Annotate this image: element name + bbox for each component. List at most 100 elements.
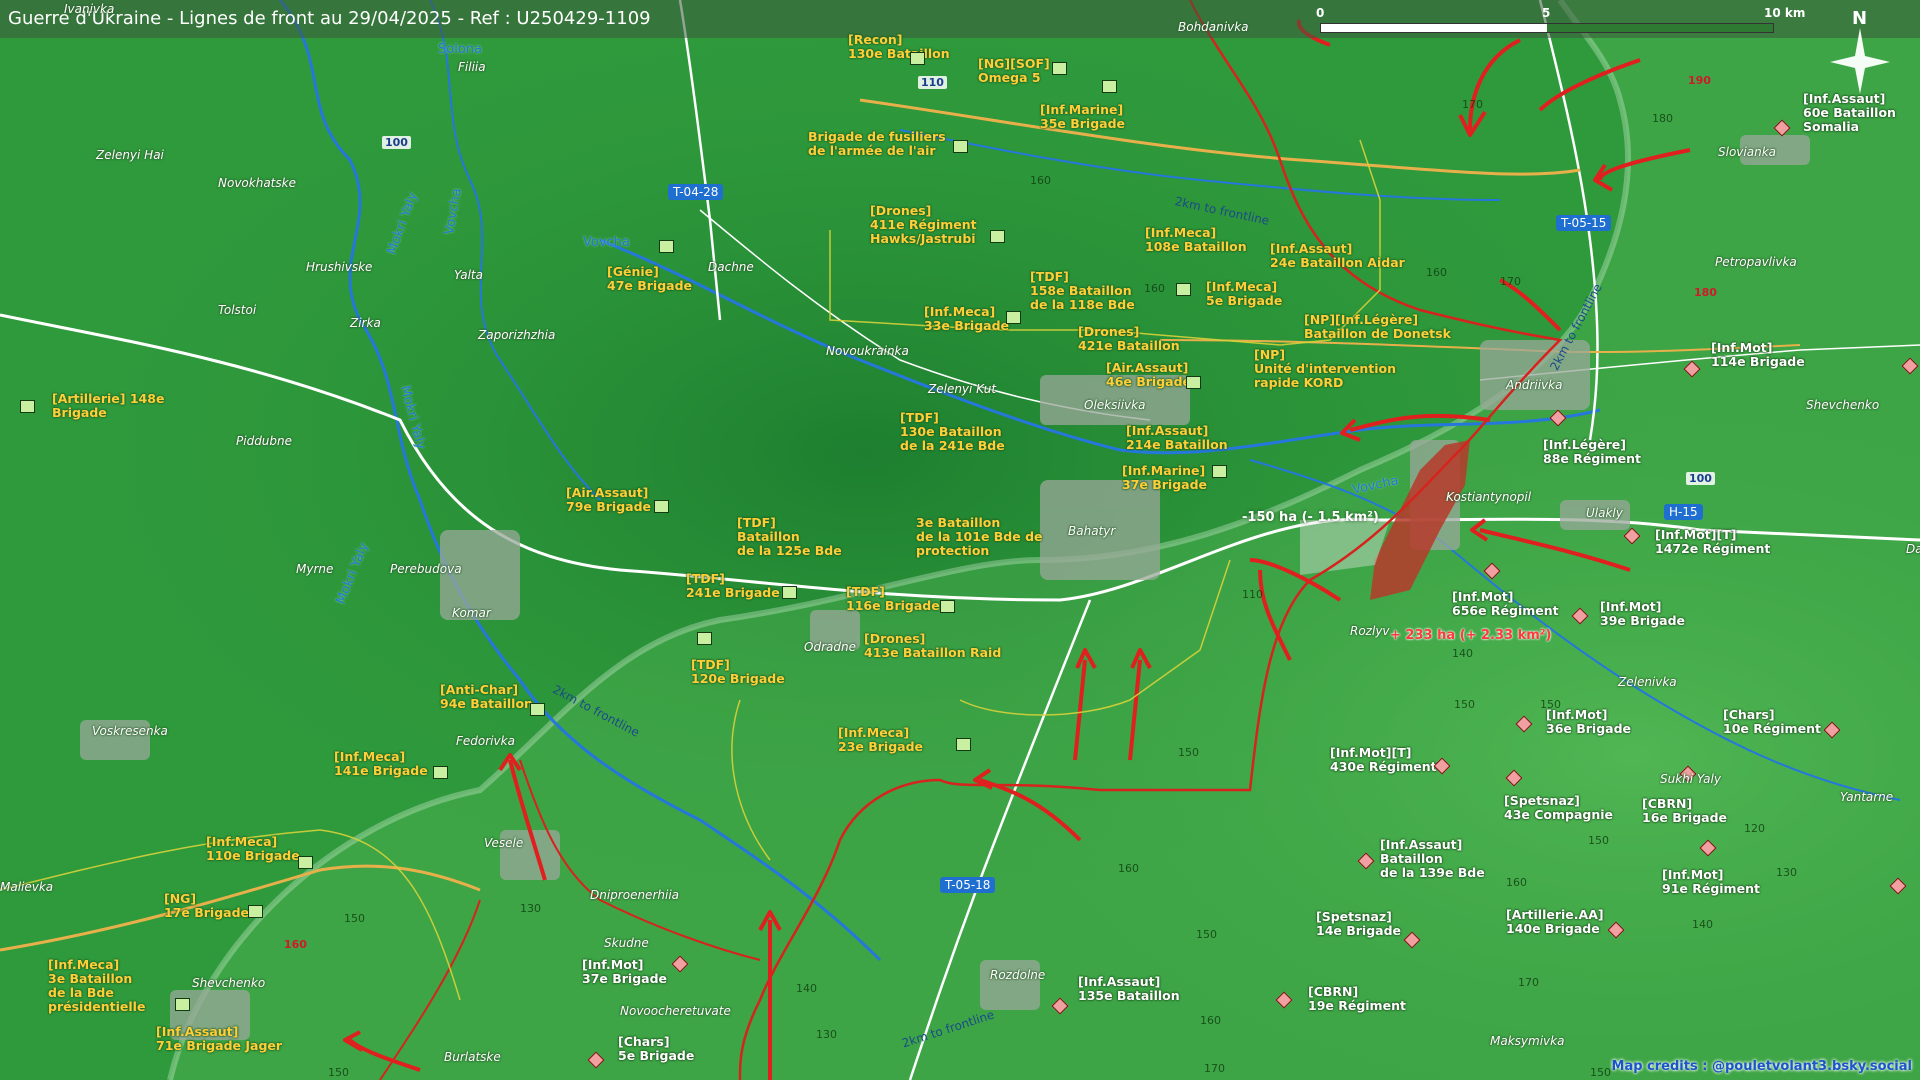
ru-unit[interactable]: [Chars] 5e Brigade [618,1035,694,1063]
ua-unit[interactable]: [Inf.Assaut] 214e Bataillon [1126,424,1228,452]
ua-unit[interactable]: [TDF] 116e Brigade [846,585,940,613]
road-number: 110 [918,76,947,89]
ua-unit[interactable]: [Inf.Meca] 33e Brigade [924,305,1009,333]
ru-unit[interactable]: [Inf.Assaut] Bataillon de la 139e Bde [1380,838,1485,880]
ua-unit[interactable]: [Air.Assaut] 79e Brigade [566,486,651,514]
elevation-label: 140 [796,982,817,995]
ua-unit-symbol-icon [1102,80,1117,93]
ua-unit[interactable]: [Recon] 130e Bataillon [848,33,950,61]
map-credits[interactable]: Map credits : @pouletvolant3.bsky.social [1612,1059,1912,1074]
ua-unit[interactable]: [Drones] 411e Régiment Hawks/Jastrubi [870,204,977,246]
place-label: Maksymivka [1490,1034,1565,1048]
place-label: Fedorivka [456,734,515,748]
elevation-label: 150 [1454,698,1475,711]
ru-unit[interactable]: [CBRN] 19e Régiment [1308,985,1406,1013]
ua-unit[interactable]: [NP] Unité d'intervention rapide KORD [1254,348,1396,390]
ua-unit[interactable]: [TDF] 120e Brigade [691,658,785,686]
ua-unit[interactable]: [Inf.Meca] 108e Bataillon [1145,226,1247,254]
elevation-label: 160 [1506,876,1527,889]
ua-unit[interactable]: [TDF] Bataillon de la 125e Bde [737,516,842,558]
ua-unit-symbol-icon [1186,376,1201,389]
elevation-label: 170 [1518,976,1539,989]
ru-unit[interactable]: [Inf.Mot] 37e Brigade [582,958,667,986]
ua-unit[interactable]: [Air.Assaut] 46e Brigade [1106,361,1191,389]
ru-unit[interactable]: [Inf.Mot] 656e Régiment [1452,590,1559,618]
place-label: Odradne [804,640,856,654]
ua-unit[interactable]: [Drones] 413e Bataillon Raid [864,632,1001,660]
ua-unit[interactable]: [NG] 17e Brigade [164,892,249,920]
ua-unit-symbol-icon [956,738,971,751]
ua-unit[interactable]: [TDF] 130e Bataillon de la 241e Bde [900,411,1005,453]
ru-unit[interactable]: [Inf.Assaut] 60e Bataillon Somalia [1803,92,1896,134]
ru-unit[interactable]: [Inf.Assaut] 135e Bataillon [1078,975,1180,1003]
ua-unit[interactable]: [NG][SOF] Omega 5 [978,57,1050,85]
ua-unit[interactable]: [Inf.Meca] 23e Brigade [838,726,923,754]
place-label: Sukhi Yaly [1660,772,1721,786]
ru-unit[interactable]: [Artillerie.AA] 140e Brigade [1506,908,1604,936]
elevation-label: 160 [1030,174,1051,187]
place-label: Burlatske [444,1050,501,1064]
place-label: Piddubne [236,434,293,448]
place-label: Komar [452,606,491,620]
ua-unit-symbol-icon [782,586,797,599]
ua-unit-symbol-icon [20,400,35,413]
ru-unit[interactable]: [Spetsnaz] 43e Compagnie [1504,794,1613,822]
elevation-label: 150 [328,1066,349,1079]
ua-unit[interactable]: [Anti-Char] 94e Bataillon [440,683,533,711]
ru-unit[interactable]: [Chars] 10e Régiment [1723,708,1821,736]
elevation-label: 130 [520,902,541,915]
elevation-label: 170 [1500,275,1521,288]
elevation-label: 110 [1242,588,1263,601]
ua-unit[interactable]: [Génie] 47e Brigade [607,265,692,293]
ua-unit[interactable]: [Inf.Assaut] 24e Bataillon Aidar [1270,242,1405,270]
ru-unit[interactable]: [Inf.Mot] 114e Brigade [1711,341,1805,369]
map-canvas[interactable]: Guerre d'Ukraine - Lignes de front au 29… [0,0,1920,1080]
ru-unit[interactable]: [Inf.Mot] 36e Brigade [1546,708,1631,736]
ua-unit[interactable]: [Inf.Meca] 110e Brigade [206,835,300,863]
river-label: Solona [438,42,482,57]
ua-unit[interactable]: [Inf.Meca] 3e Bataillon de la Bde présid… [48,958,145,1014]
elevation-label: 120 [1744,822,1765,835]
elevation-label: 150 [1590,1066,1611,1079]
ua-unit[interactable]: [Inf.Meca] 141e Brigade [334,750,428,778]
ua-unit[interactable]: [Inf.Marine] 37e Brigade [1122,464,1207,492]
ua-unit[interactable]: [TDF] 158e Bataillon de la 118e Bde [1030,270,1135,312]
ua-unit[interactable]: [Inf.Meca] 5e Brigade [1206,280,1282,308]
ua-unit-symbol-icon [940,600,955,613]
ua-unit-symbol-icon [530,703,545,716]
elevation-label: 150 [1196,928,1217,941]
area-change-loss: -150 ha (- 1.5 km²) [1242,510,1379,525]
place-label: Tolstoi [218,303,257,317]
ru-unit[interactable]: [Inf.Mot][T] 430e Régiment [1330,746,1437,774]
ru-unit[interactable]: [CBRN] 16e Brigade [1642,797,1727,825]
ua-unit[interactable]: [Artillerie] 148e Brigade [52,392,164,420]
ua-unit[interactable]: [NP][Inf.Légère] Bataillon de Donetsk [1304,313,1451,341]
ua-unit[interactable]: [Drones] 421e Bataillon [1078,325,1180,353]
place-label: Slovianka [1718,145,1776,159]
ru-unit[interactable]: [Spetsnaz] 14e Brigade [1316,910,1401,938]
place-label: Dachne [708,260,754,274]
elevation-label: 130 [1776,866,1797,879]
ua-unit[interactable]: [Inf.Marine] 35e Brigade [1040,103,1125,131]
place-label: Zirka [350,316,381,330]
ua-unit[interactable]: Brigade de fusiliers de l'armée de l'air [808,130,946,158]
place-label: Vesele [484,836,524,850]
ru-unit[interactable]: [Inf.Mot] 39e Brigade [1600,600,1685,628]
ua-unit-symbol-icon [1006,311,1021,324]
place-label: Hrushivske [306,260,373,274]
ua-unit-symbol-icon [1176,283,1191,296]
ru-unit[interactable]: [Inf.Mot] 91e Régiment [1662,868,1760,896]
ru-unit[interactable]: [Inf.Mot][T] 1472e Régiment [1655,528,1770,556]
place-label: Voskresenka [92,724,168,738]
river-label: Vovcha [583,235,630,250]
ua-unit[interactable]: [Inf.Assaut] 71e Brigade Jager [156,1025,282,1053]
road-tag: T-05-15 [1556,215,1612,231]
place-label: Novoukrainka [826,344,909,358]
place-label: Andriivka [1506,378,1563,392]
ua-unit[interactable]: [TDF] 241e Brigade [686,572,780,600]
elevation-label: 160 [1426,266,1447,279]
ua-unit-symbol-icon [1052,62,1067,75]
ua-unit[interactable]: 3e Bataillon de la 101e Bde de protectio… [916,516,1043,558]
ru-unit[interactable]: [Inf.Légère] 88e Régiment [1543,438,1641,466]
place-label: Oleksiivka [1084,398,1146,412]
